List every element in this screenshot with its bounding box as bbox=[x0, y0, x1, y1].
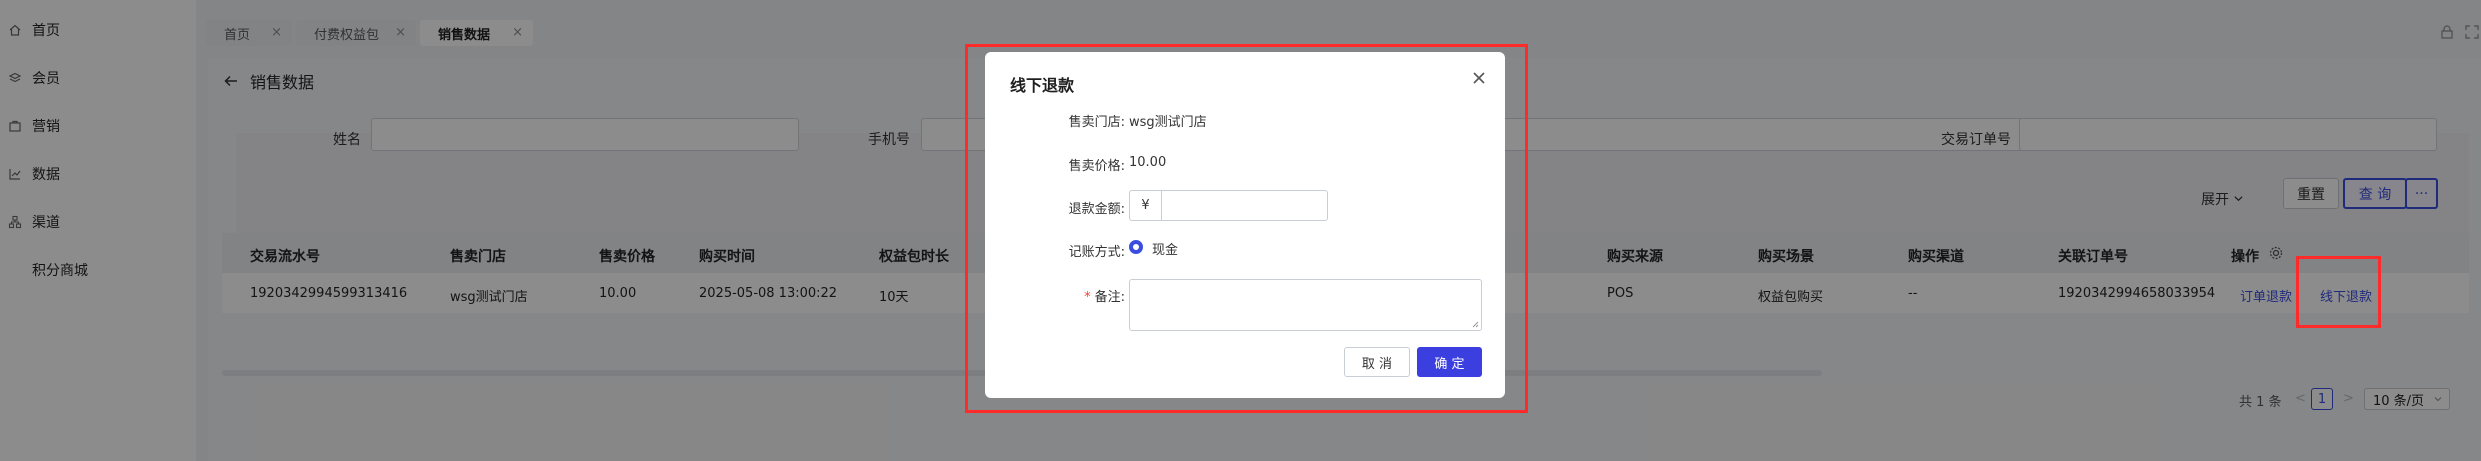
close-icon[interactable] bbox=[1470, 69, 1488, 87]
remark-label: * 备注: bbox=[985, 286, 1125, 305]
store-label: 售卖门店: bbox=[1068, 115, 1125, 130]
highlight-box bbox=[2296, 256, 2381, 328]
dialog-title: 线下退款 bbox=[1010, 76, 1075, 95]
price-label: 售卖价格: bbox=[1068, 159, 1125, 174]
cash-radio[interactable] bbox=[1129, 240, 1143, 254]
currency-prefix: ¥ bbox=[1130, 191, 1162, 220]
resize-handle-icon[interactable] bbox=[1472, 321, 1479, 328]
offline-refund-dialog: 线下退款 售卖门店: wsg测试门店 售卖价格: 10.00 退款金额: ¥ 记… bbox=[985, 52, 1505, 398]
required-mark: * bbox=[1084, 290, 1091, 305]
remark-textarea[interactable] bbox=[1129, 279, 1482, 331]
cash-radio-label: 现金 bbox=[1152, 243, 1179, 258]
confirm-button[interactable]: 确 定 bbox=[1417, 347, 1482, 377]
price-value: 10.00 bbox=[1129, 155, 1167, 170]
accounting-method-label: 记账方式: bbox=[1068, 245, 1125, 260]
refund-amount-label: 退款金额: bbox=[1068, 202, 1125, 217]
refund-amount-input[interactable]: ¥ bbox=[1129, 190, 1328, 221]
remark-label-text: 备注: bbox=[1094, 290, 1125, 305]
store-value: wsg测试门店 bbox=[1129, 115, 1207, 130]
cancel-button[interactable]: 取 消 bbox=[1344, 347, 1410, 377]
